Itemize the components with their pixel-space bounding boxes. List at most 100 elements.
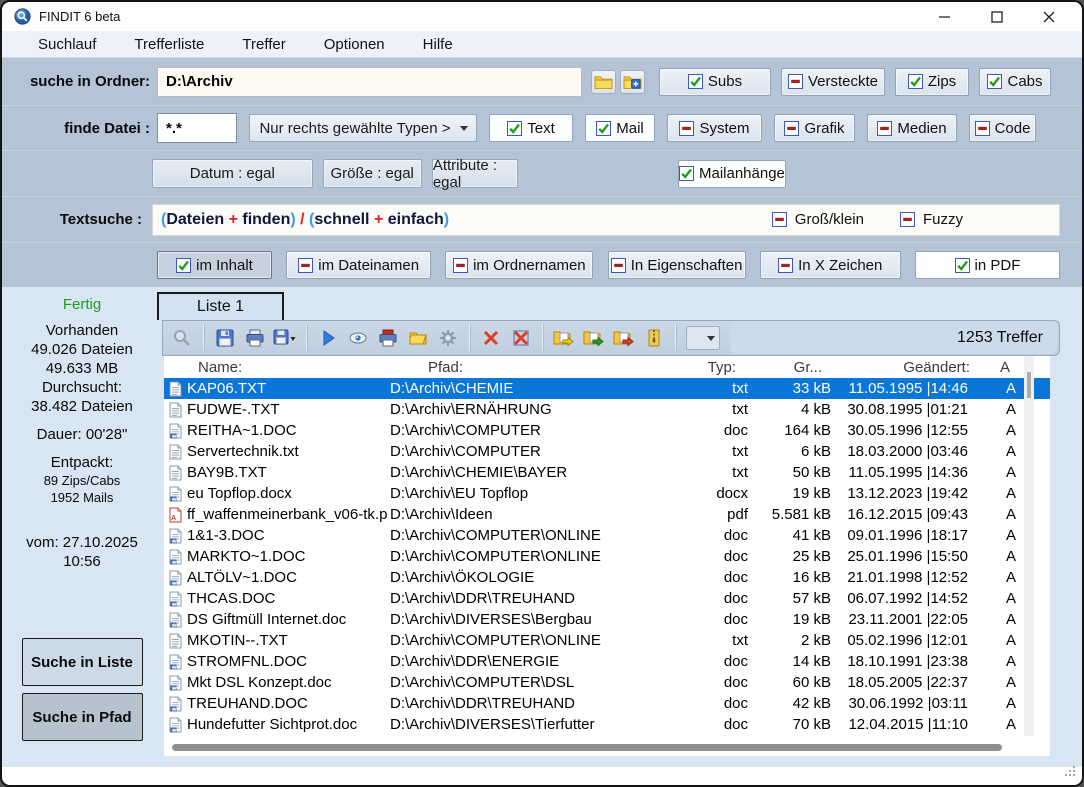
vertical-scrollbar[interactable] bbox=[1024, 356, 1034, 736]
table-row[interactable]: MARKTO~1.DOCD:\Archiv\COMPUTER\ONLINEdoc… bbox=[164, 546, 1050, 567]
toolbar-combo-dropdown[interactable] bbox=[686, 326, 720, 350]
browse-folder-button[interactable] bbox=[591, 70, 616, 94]
filter-band: Datum : egal Größe : egal Attribute : eg… bbox=[2, 150, 1082, 196]
table-row[interactable]: TREUHAND.DOCD:\Archiv\DDR\TREUHANDdoc42 … bbox=[164, 693, 1050, 714]
type-filter-value: Nur rechts gewählte Typen > bbox=[250, 120, 460, 137]
folder-open-icon[interactable] bbox=[403, 324, 433, 352]
app-window: FINDIT 6 beta Suchlauf Trefferliste Treffe… bbox=[0, 0, 1084, 787]
table-row[interactable]: STROMFNL.DOCD:\Archiv\DDR\ENERGIEdoc14 k… bbox=[164, 651, 1050, 672]
find-file-label: finde Datei : bbox=[2, 120, 150, 137]
menu-item-hilfe[interactable]: Hilfe bbox=[417, 36, 459, 53]
title-bar: FINDIT 6 beta bbox=[2, 2, 1082, 31]
chip-in-x-zeichen[interactable]: In X Zeichen bbox=[760, 251, 901, 279]
table-row[interactable]: KAP06.TXTD:\Archiv\CHEMIEtxt33 kB11.05.1… bbox=[164, 378, 1050, 399]
window-title: FINDIT 6 beta bbox=[39, 9, 120, 24]
file-pattern-input[interactable]: *.* bbox=[157, 113, 237, 143]
delete-all-icon[interactable] bbox=[506, 324, 536, 352]
zip-icon[interactable] bbox=[639, 324, 669, 352]
chip-grafik[interactable]: Grafik bbox=[774, 114, 855, 142]
column-header-pfad[interactable]: Pfad: bbox=[388, 359, 688, 376]
menu-item-trefferliste[interactable]: Trefferliste bbox=[128, 36, 210, 53]
menu-item-treffer[interactable]: Treffer bbox=[236, 36, 291, 53]
chip-groß-klein[interactable]: Groß/klein bbox=[772, 206, 864, 234]
results-area: Liste 1 1253 Treffer Name:Pfad:Typ:Gr...… bbox=[162, 287, 1082, 767]
chip-system[interactable]: System bbox=[667, 114, 762, 142]
print-red-icon[interactable] bbox=[373, 324, 403, 352]
vertical-scrollbar-thumb[interactable] bbox=[1027, 372, 1031, 398]
resize-grip[interactable] bbox=[1063, 764, 1076, 782]
chip-im-dateinamen[interactable]: im Dateinamen bbox=[286, 251, 431, 279]
chip-im-inhalt[interactable]: im Inhalt bbox=[157, 251, 272, 279]
chip-im-ordnernamen[interactable]: im Ordnernamen bbox=[445, 251, 593, 279]
table-row[interactable]: DS Giftmüll Internet.docD:\Archiv\DIVERS… bbox=[164, 609, 1050, 630]
search-in-list-button[interactable]: Suche in Liste bbox=[22, 638, 143, 686]
minimize-button[interactable] bbox=[936, 8, 954, 26]
column-header-typ[interactable]: Typ: bbox=[688, 359, 750, 376]
chip-in-pdf[interactable]: in PDF bbox=[915, 251, 1060, 279]
maximize-button[interactable] bbox=[988, 8, 1006, 26]
mail-attachments-chip-wrap: Mailanhänge bbox=[528, 159, 1058, 188]
file-doc-icon bbox=[164, 717, 186, 733]
add-folder-button[interactable] bbox=[620, 70, 645, 94]
search-icon[interactable] bbox=[167, 324, 197, 352]
attribute-filter-button[interactable]: Attribute : egal bbox=[432, 159, 518, 188]
type-filter-dropdown[interactable]: Nur rechts gewählte Typen > bbox=[249, 114, 477, 142]
chip-in-eigenschaften[interactable]: In Eigenschaften bbox=[608, 251, 746, 279]
table-row[interactable]: REITHA~1.DOCD:\Archiv\COMPUTERdoc164 kB3… bbox=[164, 420, 1050, 441]
chip-fuzzy[interactable]: Fuzzy bbox=[900, 206, 963, 234]
chip-mail[interactable]: Mail bbox=[585, 114, 655, 142]
horizontal-scrollbar-thumb[interactable] bbox=[172, 744, 1002, 751]
delete-icon[interactable] bbox=[476, 324, 506, 352]
table-row[interactable]: THCAS.DOCD:\Archiv\DDR\TREUHANDdoc57 kB0… bbox=[164, 588, 1050, 609]
app-logo-icon bbox=[14, 8, 31, 25]
close-button[interactable] bbox=[1040, 8, 1058, 26]
save-icon[interactable] bbox=[210, 324, 240, 352]
minus-checkbox-icon bbox=[772, 212, 787, 227]
size-filter-button[interactable]: Größe : egal bbox=[323, 159, 422, 188]
gear-icon[interactable] bbox=[433, 324, 463, 352]
chip-versteckte[interactable]: Versteckte bbox=[781, 68, 885, 96]
date-filter-button[interactable]: Datum : egal bbox=[152, 159, 313, 188]
table-row[interactable]: MKOTIN--.TXTD:\Archiv\COMPUTER\ONLINEtxt… bbox=[164, 630, 1050, 651]
export-yellow-icon[interactable] bbox=[549, 324, 579, 352]
chip-mailanhänge[interactable]: Mailanhänge bbox=[678, 160, 786, 188]
table-row[interactable]: FUDWE-.TXTD:\Archiv\ERNÄHRUNGtxt4 kB30.0… bbox=[164, 399, 1050, 420]
chip-subs[interactable]: Subs bbox=[659, 68, 771, 96]
print-icon[interactable] bbox=[240, 324, 270, 352]
search-folder-input[interactable]: D:\Archiv bbox=[157, 67, 582, 97]
tab-liste-1[interactable]: Liste 1 bbox=[157, 292, 284, 320]
toolbar-separator bbox=[306, 325, 307, 351]
horizontal-scrollbar[interactable] bbox=[164, 740, 1024, 754]
table-row[interactable]: Mkt DSL Konzept.docD:\Archiv\COMPUTER\DS… bbox=[164, 672, 1050, 693]
search-folder-band: suche in Ordner: D:\Archiv Subs Versteckt… bbox=[2, 58, 1082, 105]
table-row[interactable]: ALTÖLV~1.DOCD:\Archiv\ÖKOLOGIEdoc16 kB21… bbox=[164, 567, 1050, 588]
column-header-a[interactable]: A bbox=[984, 359, 1024, 376]
export-green-icon[interactable] bbox=[579, 324, 609, 352]
menu-item-suchlauf[interactable]: Suchlauf bbox=[32, 36, 102, 53]
chip-cabs[interactable]: Cabs bbox=[979, 68, 1051, 96]
chip-code[interactable]: Code bbox=[969, 114, 1036, 142]
text-search-input[interactable]: (Dateien + finden) / (schnell + einfach)… bbox=[152, 204, 1060, 236]
eye-icon[interactable] bbox=[343, 324, 373, 352]
search-folder-label: suche in Ordner: bbox=[2, 73, 150, 90]
column-header-gr[interactable]: Gr... bbox=[750, 359, 836, 376]
column-header-geändert[interactable]: Geändert: bbox=[836, 359, 984, 376]
minus-checkbox-icon bbox=[679, 121, 694, 136]
table-row[interactable]: BAY9B.TXTD:\Archiv\CHEMIE\BAYERtxt50 kB1… bbox=[164, 462, 1050, 483]
column-header-name[interactable]: Name: bbox=[186, 359, 388, 376]
table-row[interactable]: Servertechnik.txtD:\Archiv\COMPUTERtxt6 … bbox=[164, 441, 1050, 462]
table-row[interactable]: eu Topflop.docxD:\Archiv\EU Topflopdocx1… bbox=[164, 483, 1050, 504]
chip-text[interactable]: Text bbox=[489, 114, 573, 142]
file-type-chips: Text Mail System Grafik Medien Code bbox=[489, 114, 1036, 142]
file-doc-icon bbox=[164, 549, 186, 565]
play-icon[interactable] bbox=[313, 324, 343, 352]
table-row[interactable]: 1&1-3.DOCD:\Archiv\COMPUTER\ONLINEdoc41 … bbox=[164, 525, 1050, 546]
chip-medien[interactable]: Medien bbox=[867, 114, 957, 142]
save-as-icon[interactable] bbox=[270, 324, 300, 352]
table-row[interactable]: Hundefutter Sichtprot.docD:\Archiv\DIVER… bbox=[164, 714, 1050, 735]
menu-item-optionen[interactable]: Optionen bbox=[318, 36, 391, 53]
search-in-path-button[interactable]: Suche in Pfad bbox=[22, 693, 143, 741]
export-red-icon[interactable] bbox=[609, 324, 639, 352]
table-row[interactable]: Aff_waffenmeinerbank_v06-tk.pdfD:\Archiv… bbox=[164, 504, 1050, 525]
chip-zips[interactable]: Zips bbox=[895, 68, 969, 96]
